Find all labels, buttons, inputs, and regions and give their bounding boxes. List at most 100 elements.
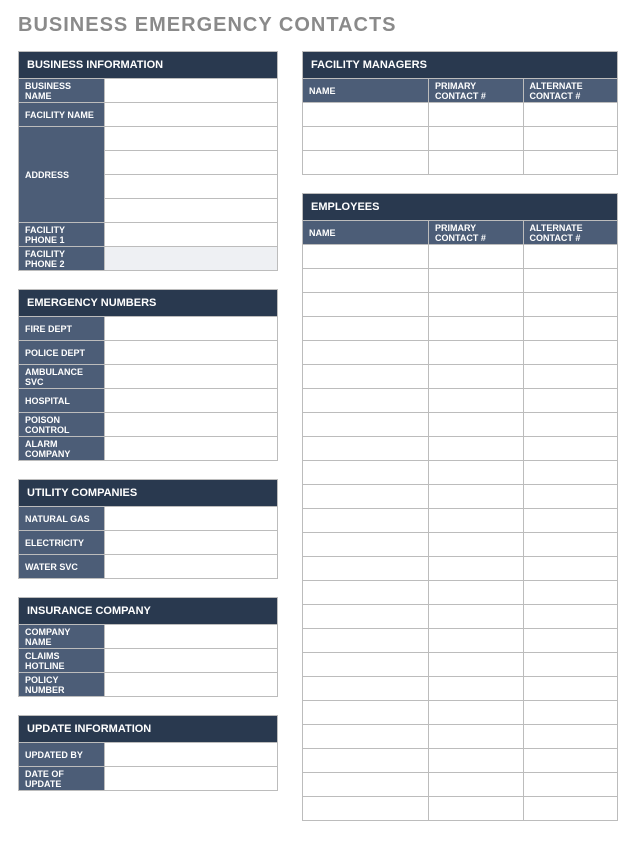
cell[interactable] [303, 437, 429, 461]
cell[interactable] [523, 485, 618, 509]
cell[interactable] [429, 461, 524, 485]
cell[interactable] [523, 245, 618, 269]
value[interactable] [105, 317, 278, 341]
cell[interactable] [429, 533, 524, 557]
cell[interactable] [523, 437, 618, 461]
cell[interactable] [303, 773, 429, 797]
cell[interactable] [303, 317, 429, 341]
cell[interactable] [523, 557, 618, 581]
cell[interactable] [303, 103, 429, 127]
cell[interactable] [523, 365, 618, 389]
cell[interactable] [429, 485, 524, 509]
cell[interactable] [303, 127, 429, 151]
cell[interactable] [523, 677, 618, 701]
value[interactable] [105, 507, 278, 531]
cell[interactable] [429, 557, 524, 581]
value[interactable] [105, 175, 278, 199]
cell[interactable] [429, 341, 524, 365]
cell[interactable] [429, 605, 524, 629]
cell[interactable] [523, 151, 618, 175]
cell[interactable] [523, 341, 618, 365]
cell[interactable] [303, 725, 429, 749]
cell[interactable] [429, 629, 524, 653]
cell[interactable] [429, 797, 524, 821]
cell[interactable] [523, 127, 618, 151]
value[interactable] [105, 389, 278, 413]
cell[interactable] [303, 605, 429, 629]
cell[interactable] [303, 269, 429, 293]
cell[interactable] [523, 629, 618, 653]
cell[interactable] [523, 269, 618, 293]
cell[interactable] [303, 485, 429, 509]
cell[interactable] [429, 269, 524, 293]
cell[interactable] [303, 701, 429, 725]
cell[interactable] [303, 365, 429, 389]
cell[interactable] [523, 653, 618, 677]
cell[interactable] [303, 151, 429, 175]
cell[interactable] [523, 725, 618, 749]
cell[interactable] [523, 701, 618, 725]
value[interactable] [105, 127, 278, 151]
cell[interactable] [523, 749, 618, 773]
cell[interactable] [429, 677, 524, 701]
cell[interactable] [303, 389, 429, 413]
cell[interactable] [429, 773, 524, 797]
value[interactable] [105, 341, 278, 365]
cell[interactable] [523, 605, 618, 629]
value[interactable] [105, 365, 278, 389]
value[interactable] [105, 625, 278, 649]
cell[interactable] [429, 151, 524, 175]
cell[interactable] [429, 437, 524, 461]
cell[interactable] [523, 533, 618, 557]
cell[interactable] [303, 749, 429, 773]
value[interactable] [105, 437, 278, 461]
cell[interactable] [523, 317, 618, 341]
value[interactable] [105, 767, 278, 791]
value[interactable] [105, 199, 278, 223]
cell[interactable] [429, 365, 524, 389]
value[interactable] [105, 649, 278, 673]
cell[interactable] [429, 127, 524, 151]
cell[interactable] [523, 413, 618, 437]
cell[interactable] [523, 103, 618, 127]
value[interactable] [105, 743, 278, 767]
cell[interactable] [429, 245, 524, 269]
cell[interactable] [429, 509, 524, 533]
cell[interactable] [303, 797, 429, 821]
cell[interactable] [303, 509, 429, 533]
value[interactable] [105, 247, 278, 271]
cell[interactable] [523, 509, 618, 533]
cell[interactable] [523, 389, 618, 413]
value[interactable] [105, 223, 278, 247]
value[interactable] [105, 103, 278, 127]
cell[interactable] [523, 773, 618, 797]
cell[interactable] [303, 629, 429, 653]
cell[interactable] [429, 317, 524, 341]
cell[interactable] [429, 413, 524, 437]
cell[interactable] [303, 293, 429, 317]
cell[interactable] [429, 749, 524, 773]
cell[interactable] [303, 461, 429, 485]
cell[interactable] [303, 533, 429, 557]
cell[interactable] [429, 653, 524, 677]
cell[interactable] [429, 293, 524, 317]
cell[interactable] [523, 293, 618, 317]
value[interactable] [105, 673, 278, 697]
cell[interactable] [303, 653, 429, 677]
cell[interactable] [523, 797, 618, 821]
cell[interactable] [429, 103, 524, 127]
cell[interactable] [303, 341, 429, 365]
value[interactable] [105, 531, 278, 555]
cell[interactable] [429, 389, 524, 413]
cell[interactable] [523, 581, 618, 605]
value[interactable] [105, 151, 278, 175]
value[interactable] [105, 79, 278, 103]
cell[interactable] [303, 413, 429, 437]
cell[interactable] [303, 245, 429, 269]
cell[interactable] [303, 677, 429, 701]
cell[interactable] [429, 701, 524, 725]
cell[interactable] [303, 557, 429, 581]
cell[interactable] [429, 725, 524, 749]
cell[interactable] [303, 581, 429, 605]
cell[interactable] [429, 581, 524, 605]
